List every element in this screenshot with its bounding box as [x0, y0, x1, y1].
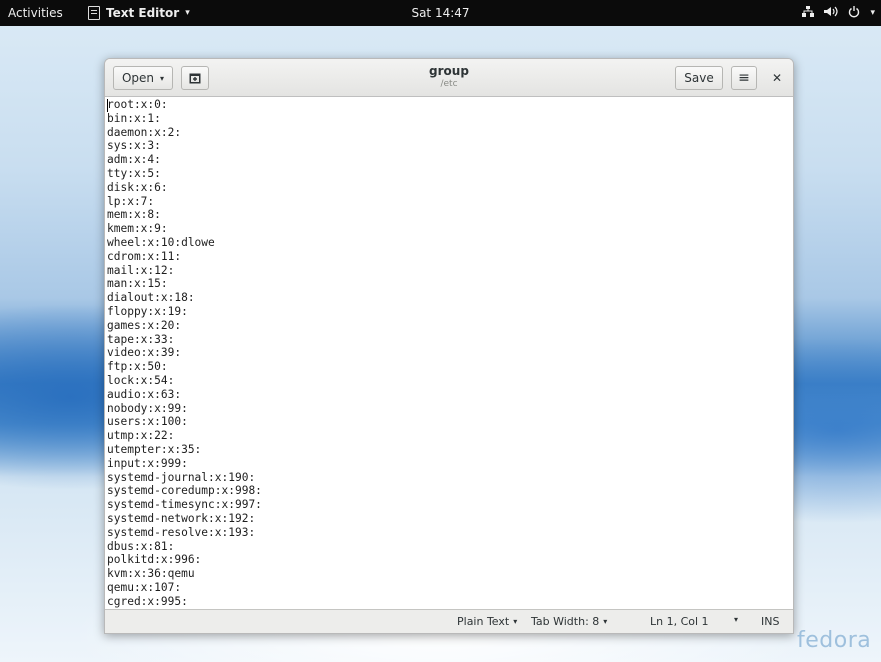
chevron-down-icon: ▾	[185, 8, 190, 18]
cursor-position-label: Ln 1, Col 1	[650, 615, 709, 628]
editor-line: man:x:15:	[107, 277, 168, 291]
clock[interactable]: Sat 14:47	[411, 6, 469, 20]
editor-line: video:x:39:	[107, 346, 182, 360]
menu-button[interactable]: ≡	[731, 66, 757, 90]
editor-line: root:x:0:	[107, 98, 168, 111]
hamburger-menu-icon: ≡	[738, 70, 750, 86]
editor-line: utmp:x:22:	[107, 429, 175, 443]
editor-line: dialout:x:18:	[107, 291, 195, 305]
close-button[interactable]: ✕	[765, 66, 789, 90]
editor-line: qemu:x:107:	[107, 580, 182, 594]
menu-caret-icon: ▾	[870, 8, 875, 18]
editor-line: games:x:20:	[107, 318, 182, 332]
language-selector[interactable]: Plain Text ▾	[457, 615, 517, 628]
editor-line: systemd-resolve:x:193:	[107, 525, 256, 539]
text-cursor	[107, 99, 108, 112]
insert-mode-label: INS	[761, 615, 780, 628]
open-label: Open	[121, 71, 155, 85]
editor-line: systemd-network:x:192:	[107, 511, 256, 525]
new-document-button[interactable]	[181, 66, 209, 90]
editor-line: tape:x:33:	[107, 332, 175, 346]
save-button[interactable]: Save	[675, 66, 723, 90]
editor-line: utempter:x:35:	[107, 442, 202, 456]
editor-line: cdrom:x:11:	[107, 249, 182, 263]
editor-line: bin:x:1:	[107, 111, 161, 125]
editor-line: sys:x:3:	[107, 139, 161, 153]
fedora-logo: fedora	[797, 628, 872, 653]
editor-line: daemon:x:2:	[107, 125, 182, 139]
power-icon	[848, 5, 860, 21]
editor-line: adm:x:4:	[107, 153, 161, 167]
chevron-down-icon: ▾	[734, 615, 739, 624]
open-button[interactable]: Open ▾	[113, 66, 173, 90]
editor-line: lock:x:54:	[107, 373, 175, 387]
editor-line: wheel:x:10:dlowe	[107, 235, 215, 249]
editor-content[interactable]: root:x:0: bin:x:1: daemon:x:2: sys:x:3: adm:…	[105, 97, 793, 609]
goto-line-dropdown[interactable]: ▾	[730, 615, 738, 624]
editor-line: nobody:x:99:	[107, 401, 188, 415]
app-name: Text Editor	[106, 6, 180, 20]
tab-width-selector[interactable]: Tab Width: 8 ▾	[531, 615, 607, 628]
app-menu[interactable]: Text Editor ▾	[88, 6, 190, 20]
text-editor-window: Open ▾ group /etc Save ≡ ✕ root:x:0: bin:…	[104, 58, 794, 634]
editor-line: systemd-coredump:x:998:	[107, 484, 262, 498]
top-bar: Activities Text Editor ▾ Sat 14:47 ▾	[0, 0, 881, 26]
editor-line: tty:x:5:	[107, 166, 161, 180]
volume-icon	[824, 6, 839, 20]
close-icon: ✕	[771, 71, 783, 85]
editor-line: input:x:999:	[107, 456, 188, 470]
chevron-down-icon: ▾	[160, 73, 165, 83]
text-editor-icon	[88, 6, 100, 20]
network-icon	[802, 6, 815, 20]
editor-line: mem:x:8:	[107, 208, 161, 222]
activities-button[interactable]: Activities	[0, 6, 78, 20]
editor-line: cgred:x:995:	[107, 594, 188, 608]
text-editing-area[interactable]: root:x:0: bin:x:1: daemon:x:2: sys:x:3: adm:…	[105, 97, 793, 609]
editor-line: mail:x:12:	[107, 263, 175, 277]
editor-line: lp:x:7:	[107, 194, 155, 208]
system-status-area[interactable]: ▾	[802, 0, 875, 26]
editor-line: dbus:x:81:	[107, 539, 175, 553]
editor-line: systemd-journal:x:190:	[107, 470, 256, 484]
chevron-down-icon: ▾	[603, 617, 608, 626]
editor-line: ftp:x:50:	[107, 360, 168, 374]
new-tab-icon	[189, 73, 201, 83]
editor-line: polkitd:x:996:	[107, 553, 202, 567]
editor-line: users:x:100:	[107, 415, 188, 429]
chevron-down-icon: ▾	[513, 617, 518, 626]
tab-width-label: Tab Width: 8	[531, 615, 600, 628]
language-label: Plain Text	[457, 615, 510, 628]
editor-line: audio:x:63:	[107, 387, 182, 401]
status-bar: Plain Text ▾ Tab Width: 8 ▾ Ln 1, Col 1 …	[105, 609, 793, 633]
insert-mode-indicator[interactable]: INS	[761, 615, 779, 628]
editor-line: kvm:x:36:qemu	[107, 567, 195, 581]
editor-line: floppy:x:19:	[107, 304, 188, 318]
header-bar: Open ▾ group /etc Save ≡ ✕	[105, 59, 793, 97]
cursor-position[interactable]: Ln 1, Col 1	[650, 615, 709, 628]
editor-line: systemd-timesync:x:997:	[107, 498, 262, 512]
editor-line: kmem:x:9:	[107, 222, 168, 236]
save-label: Save	[684, 71, 714, 85]
editor-line: disk:x:6:	[107, 180, 168, 194]
